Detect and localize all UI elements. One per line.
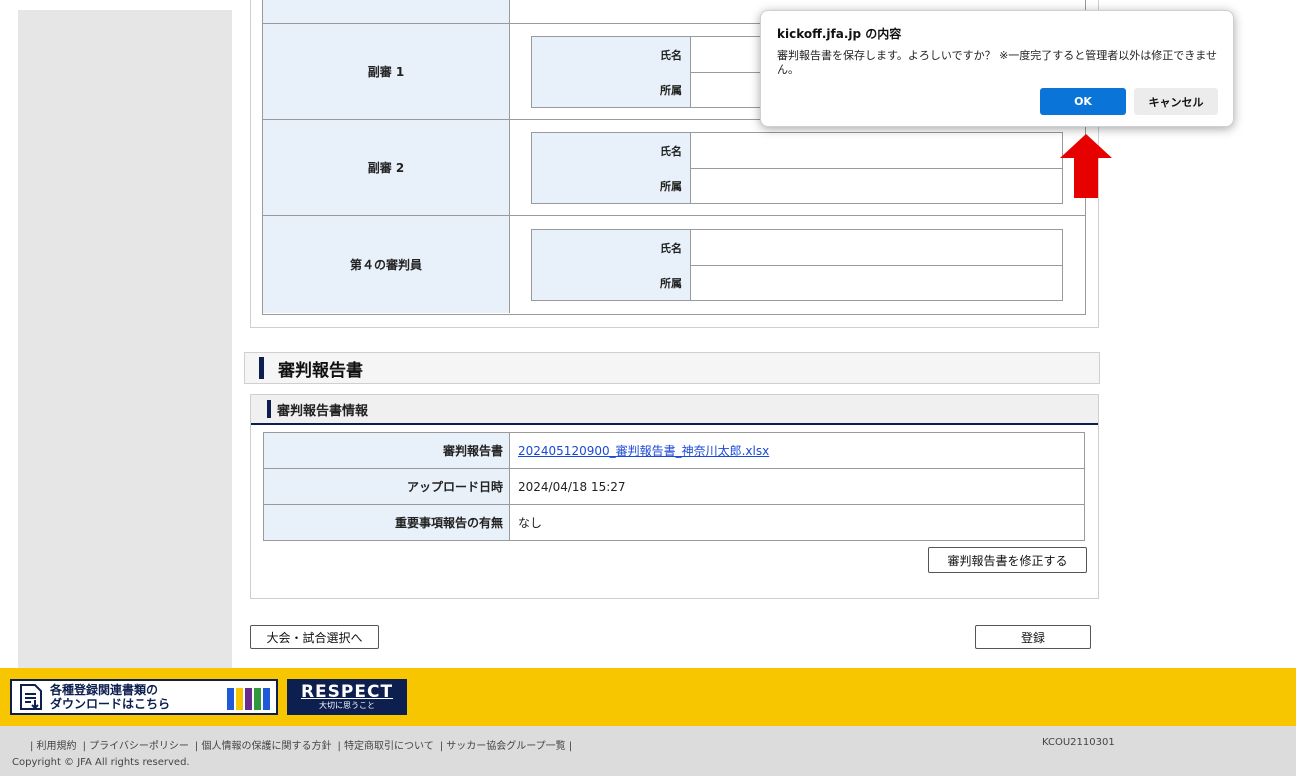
modify-report-button[interactable]: 審判報告書を修正する bbox=[928, 547, 1087, 573]
referee-role-label: 副審 1 bbox=[263, 24, 510, 119]
dialog-cancel-button[interactable]: キャンセル bbox=[1134, 88, 1218, 115]
footer-link-privacy[interactable]: | プライバシーポリシー bbox=[83, 737, 189, 752]
report-file-link[interactable]: 202405120900_審判報告書_神奈川太郎.xlsx bbox=[518, 442, 769, 459]
referee-detail-table: 氏名 所属 bbox=[531, 132, 1063, 204]
color-stripes-decoration bbox=[225, 684, 270, 710]
referee-detail-table: 氏名 所属 bbox=[531, 229, 1063, 301]
download-banner-line2: ダウンロードはこちら bbox=[50, 697, 171, 711]
org-row: 所属 bbox=[532, 168, 1062, 203]
back-to-match-select-button[interactable]: 大会・試合選択へ bbox=[250, 625, 379, 649]
footer-link-group-list[interactable]: | サッカー協会グループ一覧 | bbox=[440, 737, 573, 752]
referee-row: 第４の審判員 氏名 所属 bbox=[263, 216, 1085, 313]
sub-section-title: 審判報告書情報 bbox=[277, 403, 369, 419]
org-label: 所属 bbox=[532, 168, 691, 203]
footer-link-personal-info[interactable]: | 個人情報の保護に関する方針 bbox=[195, 737, 332, 752]
upload-date-value: 2024/04/18 15:27 bbox=[518, 479, 626, 494]
important-report-label: 重要事項報告の有無 bbox=[264, 505, 510, 540]
download-banner[interactable]: 各種登録関連書類の ダウンロードはこちら bbox=[10, 679, 278, 715]
important-report-value: なし bbox=[518, 516, 543, 530]
report-file-cell: 202405120900_審判報告書_神奈川太郎.xlsx bbox=[518, 433, 769, 468]
referee-role-label: 副審 2 bbox=[263, 120, 510, 215]
dialog-ok-button[interactable]: OK bbox=[1040, 88, 1126, 115]
respect-banner[interactable]: RESPECT 大切に思うこと bbox=[287, 679, 407, 715]
document-download-icon bbox=[20, 684, 42, 710]
referee-role-label: 第４の審判員 bbox=[263, 216, 510, 313]
org-row: 所属 bbox=[532, 265, 1062, 300]
left-sidebar bbox=[18, 10, 232, 668]
name-row: 氏名 bbox=[532, 133, 1062, 169]
upload-date-label: アップロード日時 bbox=[264, 469, 510, 504]
copyright: Copyright © JFA All rights reserved. bbox=[12, 757, 190, 768]
respect-banner-title: RESPECT bbox=[300, 682, 394, 702]
confirm-dialog: kickoff.jfa.jp の内容 審判報告書を保存します。よろしいですか？ … bbox=[760, 10, 1234, 127]
report-info-table: 審判報告書 202405120900_審判報告書_神奈川太郎.xlsx アップロ… bbox=[263, 432, 1085, 541]
section-header: 審判報告書 bbox=[244, 352, 1100, 384]
name-label: 氏名 bbox=[532, 133, 691, 168]
sub-section-bar bbox=[267, 400, 271, 418]
footer-link-commerce[interactable]: | 特定商取引について bbox=[337, 737, 433, 752]
footer-links: | 利用規約 | プライバシーポリシー | 個人情報の保護に関する方針 | 特定… bbox=[30, 737, 578, 752]
table-row: 重要事項報告の有無 なし bbox=[264, 505, 1084, 540]
footer-link-terms[interactable]: | 利用規約 bbox=[30, 737, 77, 752]
red-arrow-up-icon bbox=[1060, 134, 1112, 198]
table-row: アップロード日時 2024/04/18 15:27 bbox=[264, 469, 1084, 505]
section-header-bar bbox=[259, 357, 264, 379]
referee-row-label bbox=[263, 0, 510, 23]
dialog-title: kickoff.jfa.jp の内容 bbox=[777, 27, 902, 41]
dialog-message: 審判報告書を保存します。よろしいですか？ ※一度完了すると管理者以外は修正できま… bbox=[777, 49, 1217, 76]
sub-section-header: 審判報告書情報 bbox=[251, 395, 1098, 425]
screen-code: KCOU2110301 bbox=[1042, 737, 1115, 748]
name-row: 氏名 bbox=[532, 230, 1062, 266]
download-banner-line1: 各種登録関連書類の bbox=[50, 683, 159, 697]
org-label: 所属 bbox=[532, 72, 691, 107]
section-title: 審判報告書 bbox=[278, 360, 363, 381]
name-label: 氏名 bbox=[532, 37, 691, 72]
name-label: 氏名 bbox=[532, 230, 691, 265]
org-label: 所属 bbox=[532, 265, 691, 300]
download-banner-text: 各種登録関連書類の ダウンロードはこちら bbox=[50, 683, 170, 711]
report-file-label: 審判報告書 bbox=[264, 433, 510, 468]
referee-row: 副審 2 氏名 所属 bbox=[263, 120, 1085, 216]
table-row: 審判報告書 202405120900_審判報告書_神奈川太郎.xlsx bbox=[264, 433, 1084, 469]
register-button[interactable]: 登録 bbox=[975, 625, 1091, 649]
respect-banner-subtitle: 大切に思うこと bbox=[319, 701, 375, 710]
